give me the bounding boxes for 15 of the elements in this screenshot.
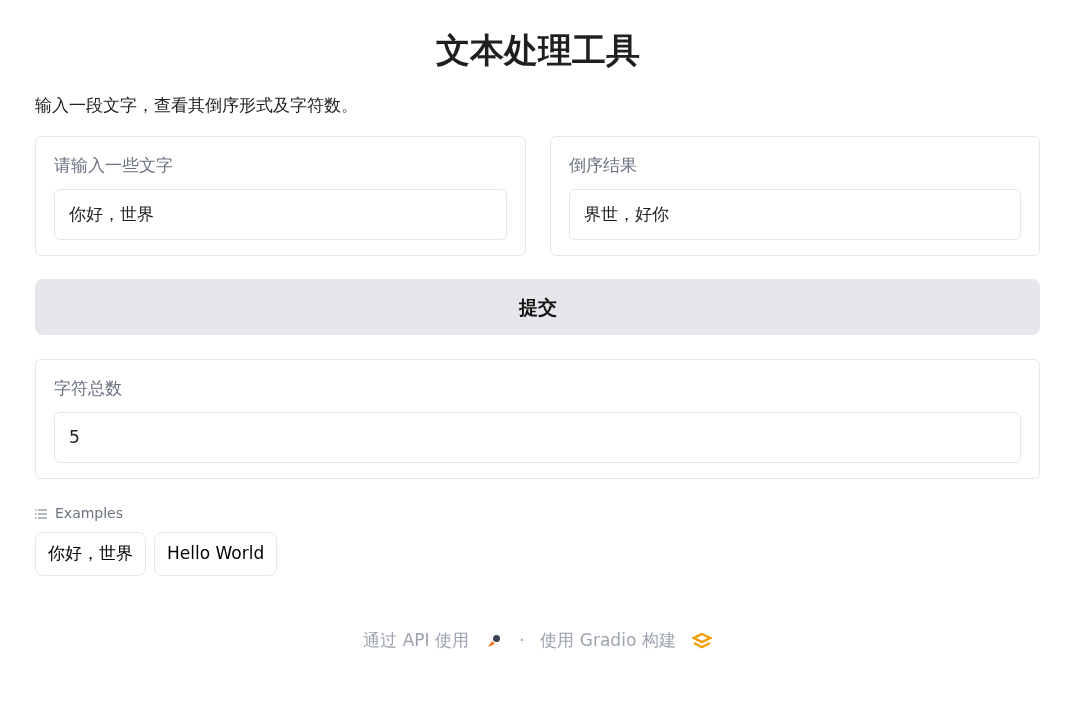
separator: ·	[519, 628, 525, 652]
text-field[interactable]: 你好，世界	[54, 188, 507, 241]
field-label: 倒序结果	[568, 154, 637, 178]
example-button[interactable]: 你好，世界	[35, 532, 146, 576]
text-field[interactable]: 界世，好你	[568, 188, 1021, 241]
page-title: 文本处理工具	[434, 30, 641, 71]
list-icon	[35, 508, 47, 519]
logo-icon	[691, 631, 712, 650]
field-label: 请输入一些文字	[54, 154, 173, 178]
count-field[interactable]: 5	[54, 411, 1021, 464]
description: 输入一段文字，查看其倒序形式及字符数。	[35, 93, 359, 117]
field-label: 字符总数	[54, 377, 122, 401]
example-button[interactable]: Hello World	[154, 532, 278, 576]
examples-label: Examples	[55, 504, 124, 524]
submit-button[interactable]: 提交	[35, 279, 1040, 336]
